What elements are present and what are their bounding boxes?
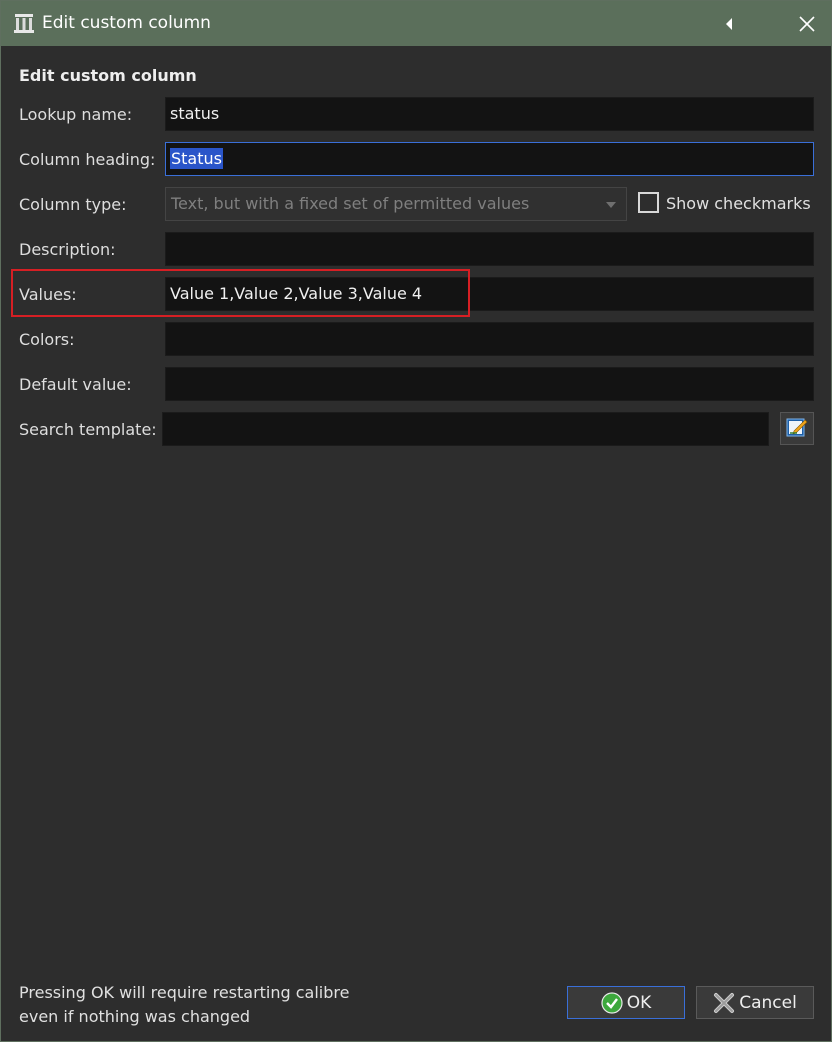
restart-notice: Pressing OK will require restarting cali… [19, 981, 349, 1029]
column-heading-label: Column heading: [19, 150, 156, 169]
column-heading-input[interactable]: Status [165, 142, 814, 176]
search-template-input[interactable] [162, 412, 769, 446]
ok-button[interactable]: OK [567, 986, 685, 1019]
colors-label: Colors: [19, 330, 75, 349]
show-checkmarks-label[interactable]: Show checkmarks [666, 194, 811, 213]
description-input[interactable] [165, 232, 814, 266]
colors-input[interactable] [165, 322, 814, 356]
ok-label: OK [626, 992, 652, 1013]
cancel-button[interactable]: Cancel [696, 986, 814, 1019]
lookup-name-input[interactable]: status [165, 97, 814, 131]
window-title: Edit custom column [42, 13, 211, 33]
column-heading-selected-text: Status [170, 148, 223, 169]
edit-pencil-icon [785, 415, 809, 443]
values-input[interactable]: Value 1,Value 2,Value 3,Value 4 [165, 277, 814, 311]
values-label: Values: [19, 285, 77, 304]
column-type-value: Text, but with a fixed set of permitted … [171, 194, 530, 213]
green-check-icon [601, 991, 623, 1014]
calibre-library-icon [13, 12, 35, 34]
column-type-label: Column type: [19, 195, 127, 214]
close-icon[interactable] [793, 10, 821, 38]
description-label: Description: [19, 240, 116, 259]
cancel-label: Cancel [739, 992, 797, 1013]
edit-template-button[interactable] [780, 412, 814, 445]
restart-notice-line1: Pressing OK will require restarting cali… [19, 983, 350, 1002]
show-checkmarks-checkbox[interactable] [638, 192, 659, 213]
x-icon [713, 992, 735, 1014]
chevron-down-icon [606, 202, 616, 208]
section-title: Edit custom column [19, 66, 197, 85]
caret-left-icon[interactable] [715, 10, 743, 38]
dialog-window: Edit custom column Edit custom column Lo… [0, 0, 832, 1042]
search-template-label: Search template: [19, 420, 157, 439]
lookup-name-label: Lookup name: [19, 105, 133, 124]
column-type-select[interactable]: Text, but with a fixed set of permitted … [165, 187, 627, 221]
default-value-label: Default value: [19, 375, 132, 394]
default-value-input[interactable] [165, 367, 814, 401]
restart-notice-line2: even if nothing was changed [19, 1007, 251, 1026]
title-bar: Edit custom column [1, 1, 831, 46]
